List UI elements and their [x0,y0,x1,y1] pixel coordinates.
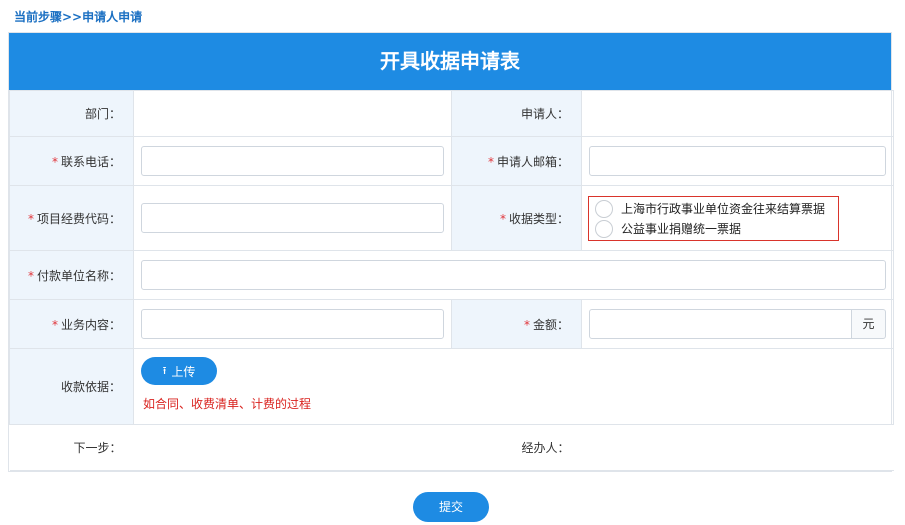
receipt-option-2[interactable]: 公益事业捐赠统一票据 [595,219,832,239]
applicant-label: 申请人： [451,90,582,137]
phone-input[interactable] [141,146,444,176]
required-mark: * [27,211,34,226]
upload-icon: ⭱ [162,363,167,377]
department-value [133,90,452,137]
receipt-type-label: 收据类型： [508,211,569,226]
amount-field: 元 [589,309,886,339]
phone-label: 联系电话： [60,154,121,169]
radio-button[interactable] [595,219,613,238]
business-input[interactable] [141,309,444,339]
row-contact: * 联系电话： * 申请人邮箱： [9,136,894,186]
handler-value [581,424,894,471]
payer-input[interactable] [141,260,886,290]
required-mark: * [27,268,34,283]
row-next-step: 下一步： 经办人： [9,424,894,471]
project-code-label: 项目经费代码： [36,211,121,226]
row-project: * 项目经费代码： * 收据类型： 上海市行政事业单位资金往来结算票据 公益事业捐赠… [9,185,894,251]
upload-label: 上传 [171,364,196,379]
required-mark: * [523,317,530,332]
required-mark: * [51,154,58,169]
row-department: 部门： 申请人： [9,90,894,137]
row-business: * 业务内容： * 金额： 元 [9,299,894,349]
row-basis: 收款依据： ⭱ 上传 如合同、收费清单、计费的过程 [9,348,894,425]
business-label: 业务内容： [60,317,121,332]
handler-label: 经办人： [451,424,582,471]
basis-label: 收款依据： [9,348,134,425]
submit-button[interactable]: 提交 [413,492,489,522]
form-title: 开具收据申请表 [9,33,891,90]
email-label: 申请人邮箱： [496,154,569,169]
basis-hint: 如合同、收费清单、计费的过程 [143,397,312,411]
email-input[interactable] [589,146,886,176]
payer-label: 付款单位名称： [36,268,121,283]
form-table: 部门： 申请人： * 联系电话： * 申请人邮箱： * 项目经费代码： * 收据类型： … [9,90,894,471]
receipt-type-group: 上海市行政事业单位资金往来结算票据 公益事业捐赠统一票据 [588,195,839,241]
amount-unit: 元 [852,309,886,339]
department-label: 部门： [9,90,134,137]
amount-label: 金额： [532,317,569,332]
required-mark: * [499,211,506,226]
radio-button[interactable] [595,199,613,218]
breadcrumb: 当前步骤>>申请人申请 [14,10,143,24]
row-payer: * 付款单位名称： [9,250,894,300]
receipt-application-form: 开具收据申请表 部门： 申请人： * 联系电话： * 申请人邮箱： * 项目经费代码：… [8,32,894,472]
amount-input[interactable] [589,309,852,339]
receipt-option-1[interactable]: 上海市行政事业单位资金往来结算票据 [595,199,832,219]
receipt-option-label: 公益事业捐赠统一票据 [621,222,742,236]
upload-button[interactable]: ⭱ 上传 [141,357,217,385]
required-mark: * [487,154,494,169]
receipt-option-label: 上海市行政事业单位资金往来结算票据 [621,202,826,216]
next-step-value [133,424,452,471]
required-mark: * [51,317,58,332]
applicant-value [581,90,894,137]
project-code-input[interactable] [141,203,444,233]
next-step-label: 下一步： [9,424,134,471]
